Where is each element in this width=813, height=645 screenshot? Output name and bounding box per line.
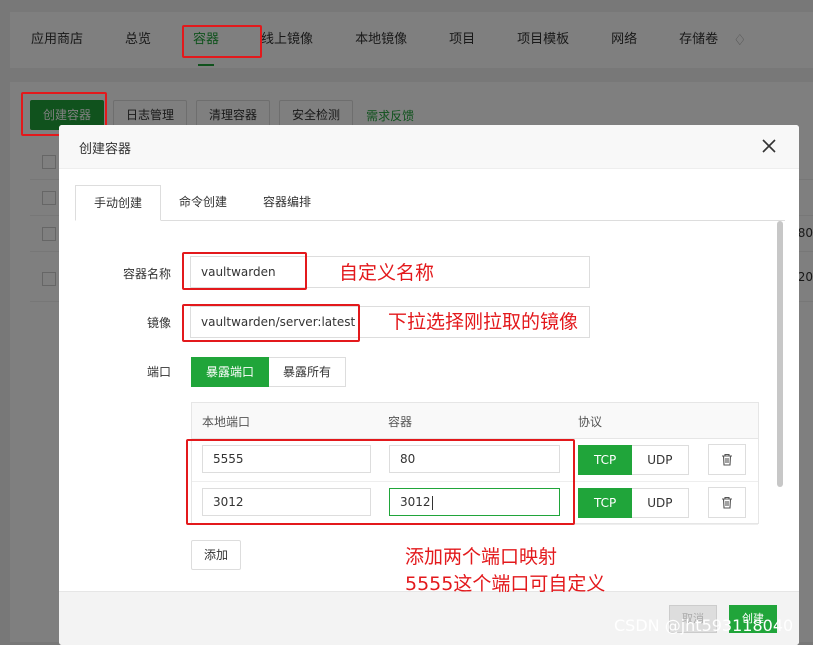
close-icon[interactable] xyxy=(761,138,777,154)
tab-manual-create[interactable]: 手动创建 xyxy=(75,185,162,221)
annotation-name-note: 自定义名称 xyxy=(339,262,435,284)
local-port-input[interactable]: 3012 xyxy=(202,488,371,516)
port-mapping-table: 本地端口 容器 协议 5555 80 TCP UDP 3012 3012 TCP… xyxy=(191,402,759,525)
dialog-tabs: 手动创建 命令创建 容器编排 xyxy=(75,185,785,221)
protocol-tcp-option[interactable]: TCP xyxy=(578,488,633,518)
column-header-container-port: 容器 xyxy=(388,415,413,429)
table-row: 3012 3012 TCP UDP xyxy=(192,482,758,525)
add-port-button[interactable]: 添加 xyxy=(191,540,242,570)
delete-port-button[interactable] xyxy=(708,487,746,518)
annotation-port-note-1: 添加两个端口映射 xyxy=(405,546,558,568)
container-name-label: 容器名称 xyxy=(122,267,171,281)
tab-command-create[interactable]: 命令创建 xyxy=(161,185,245,221)
protocol-tcp-option[interactable]: TCP xyxy=(578,445,633,475)
dialog-header: 创建容器 xyxy=(59,125,799,169)
image-label: 镜像 xyxy=(146,316,171,330)
table-row: 5555 80 TCP UDP xyxy=(192,439,758,482)
text-caret xyxy=(431,495,433,510)
column-header-protocol: 协议 xyxy=(578,415,603,429)
dialog-title: 创建容器 xyxy=(79,142,132,157)
annotation-image-note: 下拉选择刚拉取的镜像 xyxy=(388,311,579,333)
delete-port-button[interactable] xyxy=(708,444,746,475)
annotation-port-note-2: 5555这个端口可自定义 xyxy=(405,573,606,595)
csdn-watermark: CSDN @jht593118040 xyxy=(614,616,794,635)
local-port-input[interactable]: 5555 xyxy=(202,445,371,473)
port-label: 端口 xyxy=(146,365,171,379)
container-port-input[interactable]: 80 xyxy=(389,445,560,473)
tab-compose[interactable]: 容器编排 xyxy=(245,185,329,221)
protocol-toggle: TCP UDP xyxy=(578,488,689,518)
protocol-udp-option[interactable]: UDP xyxy=(632,445,689,475)
container-port-input[interactable]: 3012 xyxy=(389,488,560,516)
trash-icon xyxy=(722,496,732,509)
port-mode-toggle: 暴露端口 暴露所有 xyxy=(191,357,347,387)
expose-all-option[interactable]: 暴露所有 xyxy=(269,357,347,387)
port-table-header: 本地端口 容器 协议 xyxy=(192,403,758,439)
protocol-udp-option[interactable]: UDP xyxy=(632,488,689,518)
expose-port-option[interactable]: 暴露端口 xyxy=(191,357,270,387)
protocol-toggle: TCP UDP xyxy=(578,445,689,475)
column-header-local-port: 本地端口 xyxy=(202,415,251,429)
trash-icon xyxy=(722,453,732,466)
dialog-scrollbar[interactable] xyxy=(777,221,783,487)
